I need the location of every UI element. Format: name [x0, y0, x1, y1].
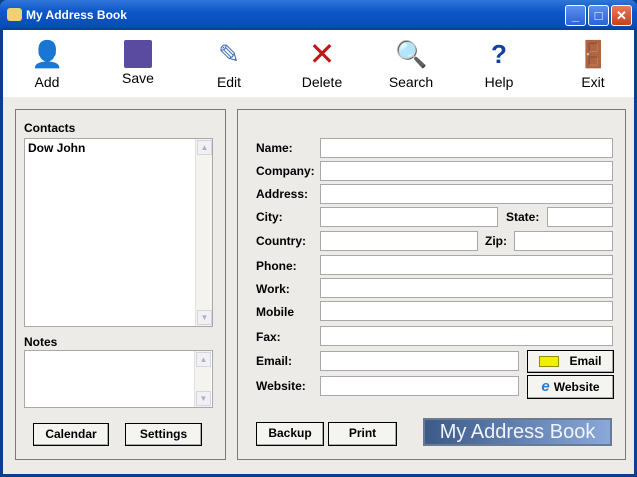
- phone-input[interactable]: [320, 255, 613, 275]
- country-input[interactable]: [320, 231, 478, 251]
- calendar-button[interactable]: Calendar: [33, 423, 109, 446]
- magnifier-icon: 🔍: [395, 39, 428, 69]
- name-label: Name:: [256, 141, 293, 155]
- close-button[interactable]: ✕: [611, 5, 632, 26]
- search-button[interactable]: 🔍 Search: [381, 38, 441, 90]
- envelope-icon: [539, 356, 560, 368]
- mobile-label: Mobile: [256, 305, 294, 319]
- state-input[interactable]: [547, 207, 613, 227]
- zip-input[interactable]: [514, 231, 613, 251]
- website-input[interactable]: [320, 376, 519, 396]
- phone-label: Phone:: [256, 259, 297, 273]
- add-button[interactable]: 👤 Add: [17, 38, 77, 90]
- email-label: Email:: [256, 354, 293, 368]
- mobile-input[interactable]: [320, 301, 613, 321]
- help-button[interactable]: ? Help: [469, 38, 529, 90]
- help-icon: ?: [491, 39, 507, 69]
- zip-label: Zip:: [485, 234, 507, 248]
- email-button[interactable]: Email: [527, 350, 614, 373]
- app-book-icon: [7, 8, 22, 21]
- list-item[interactable]: Dow John: [25, 139, 212, 157]
- email-button-label: Email: [569, 354, 602, 368]
- delete-button[interactable]: ✕ Delete: [292, 38, 352, 90]
- settings-button[interactable]: Settings: [125, 423, 202, 446]
- name-input[interactable]: [320, 138, 613, 158]
- backup-button[interactable]: Backup: [256, 422, 324, 446]
- internet-explorer-icon: e: [541, 378, 550, 395]
- website-label: Website:: [256, 379, 306, 393]
- address-label: Address:: [256, 187, 309, 201]
- work-input[interactable]: [320, 278, 613, 298]
- email-input[interactable]: [320, 351, 519, 371]
- website-button-label: Website: [553, 380, 600, 394]
- notes-textarea[interactable]: [24, 350, 213, 408]
- exit-button[interactable]: 🚪 Exit: [563, 38, 623, 90]
- edit-button[interactable]: ✎ Edit: [199, 38, 259, 90]
- maximize-button[interactable]: □: [588, 5, 609, 26]
- print-button[interactable]: Print: [328, 422, 397, 446]
- fax-input[interactable]: [320, 326, 613, 346]
- city-label: City:: [256, 210, 283, 224]
- address-input[interactable]: [320, 184, 613, 204]
- country-label: Country:: [256, 234, 306, 248]
- notes-scrollbar[interactable]: ▲ ▼: [194, 351, 211, 407]
- state-label: State:: [506, 210, 540, 224]
- save-button[interactable]: Save: [108, 38, 168, 86]
- fax-label: Fax:: [256, 330, 281, 344]
- website-button[interactable]: e Website: [527, 375, 614, 399]
- exit-door-icon: 🚪: [577, 39, 610, 69]
- app-logo: My Address Book: [423, 418, 612, 446]
- minimize-button[interactable]: _: [565, 5, 586, 26]
- notes-label: Notes: [24, 335, 58, 349]
- scrollbar[interactable]: ▲ ▼: [195, 139, 212, 326]
- window-title: My Address Book: [26, 8, 127, 22]
- city-input[interactable]: [320, 207, 498, 227]
- floppy-disk-icon: [124, 40, 152, 68]
- company-input[interactable]: [320, 161, 613, 181]
- company-label: Company:: [256, 164, 315, 178]
- contacts-list[interactable]: Dow John ▲ ▼: [24, 138, 213, 327]
- edit-pencil-icon: ✎: [218, 39, 240, 69]
- work-label: Work:: [256, 282, 290, 296]
- contacts-label: Contacts: [24, 121, 76, 135]
- delete-x-icon: ✕: [308, 36, 336, 72]
- add-contact-icon: 👤: [31, 39, 64, 69]
